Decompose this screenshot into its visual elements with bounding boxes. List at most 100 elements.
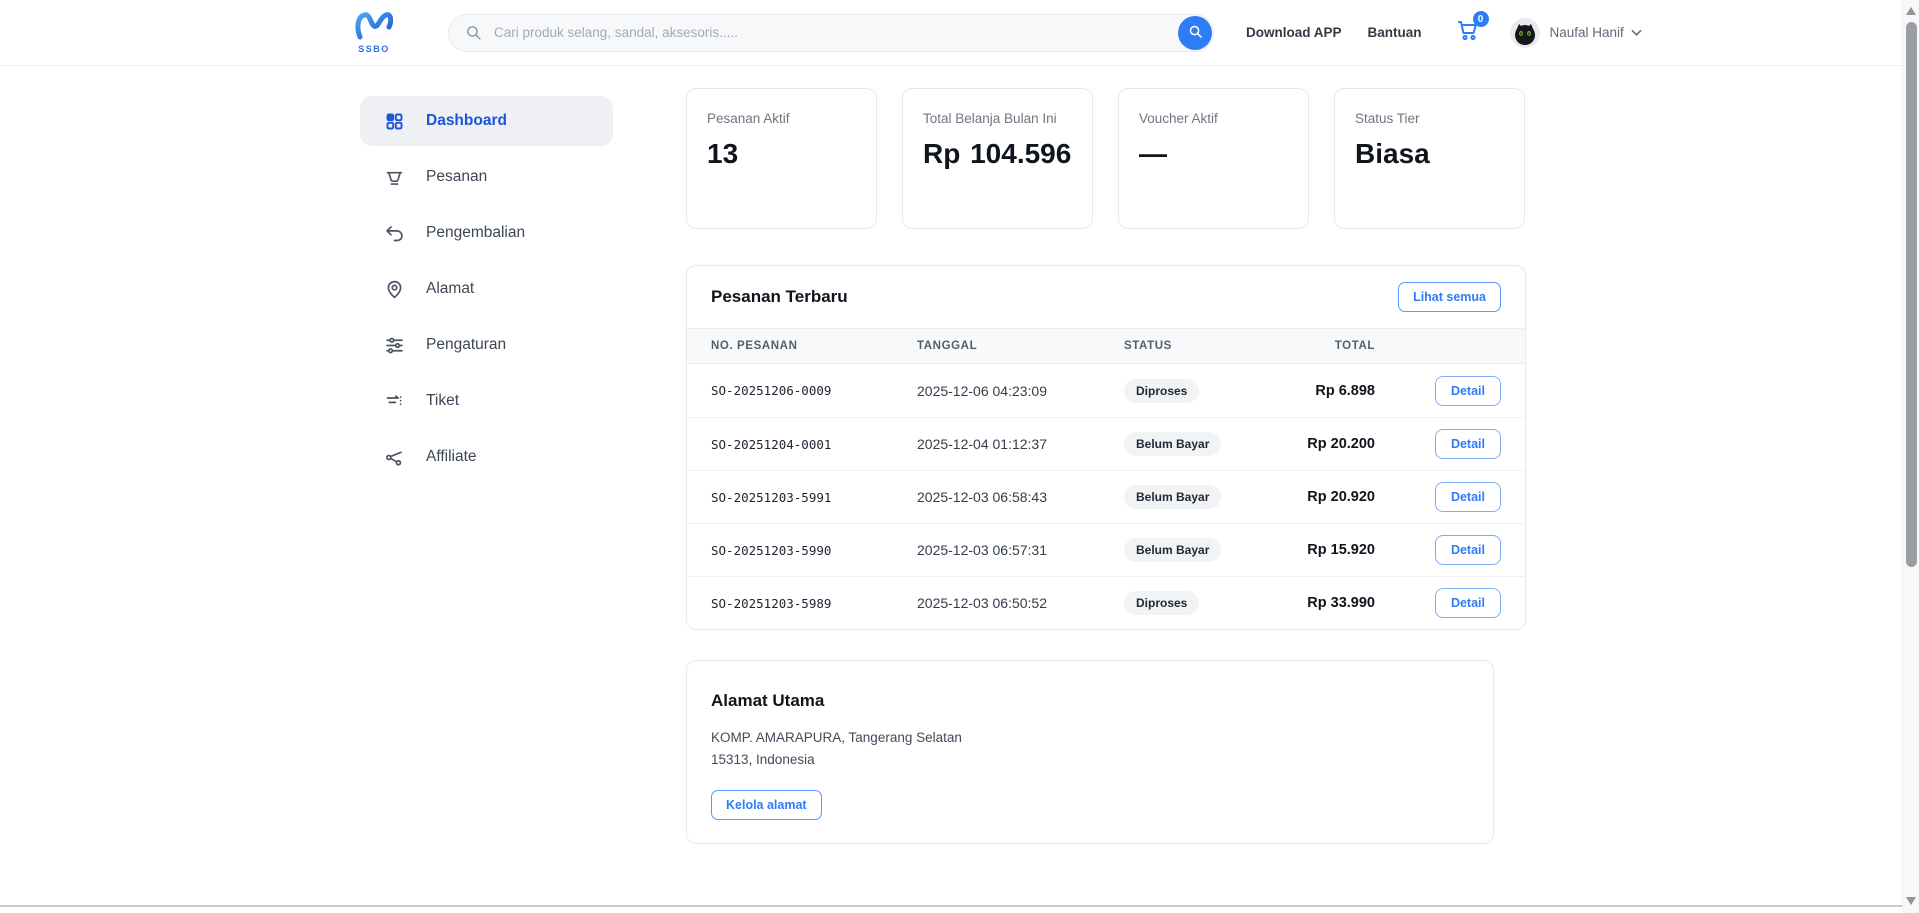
address-title: Alamat Utama — [711, 691, 1469, 711]
table-row: SO-20251204-0001 2025-12-04 01:12:37 Bel… — [687, 417, 1525, 470]
vertical-scrollbar[interactable] — [1902, 0, 1919, 913]
download-app-link[interactable]: Download APP — [1246, 25, 1342, 40]
orders-table-header: NO. PESANAN TANGGAL STATUS TOTAL — [687, 328, 1525, 364]
help-link[interactable]: Bantuan — [1368, 25, 1422, 40]
detail-button[interactable]: Detail — [1435, 535, 1501, 565]
order-date: 2025-12-03 06:50:52 — [917, 595, 1124, 611]
detail-button[interactable]: Detail — [1435, 376, 1501, 406]
orders-title: Pesanan Terbaru — [711, 287, 848, 307]
column-header-status: STATUS — [1124, 340, 1255, 352]
scroll-up-arrow-icon[interactable] — [1906, 7, 1916, 15]
status-badge: Belum Bayar — [1124, 432, 1221, 456]
brand-logo[interactable]: SSBO — [352, 11, 396, 54]
view-all-button[interactable]: Lihat semua — [1398, 282, 1501, 312]
sidebar-item-label: Pesanan — [426, 168, 487, 186]
table-row: SO-20251203-5989 2025-12-03 06:50:52 Dip… — [687, 576, 1525, 629]
address-text: KOMP. AMARAPURA, Tangerang Selatan 15313… — [711, 727, 1469, 772]
sidebar-item-alamat[interactable]: Alamat — [360, 264, 613, 314]
sidebar-item-tiket[interactable]: Tiket — [360, 376, 613, 426]
stat-label: Status Tier — [1355, 111, 1504, 126]
sidebar-item-label: Alamat — [426, 280, 474, 298]
brand-swoosh-icon — [355, 11, 393, 46]
sidebar-item-label: Pengaturan — [426, 336, 506, 354]
order-number: SO-20251203-5990 — [711, 543, 917, 558]
stat-value: — — [1139, 139, 1288, 170]
sidebar-item-label: Affiliate — [426, 448, 477, 466]
sliders-icon — [382, 335, 406, 356]
search-submit-button[interactable] — [1178, 16, 1212, 50]
detail-button[interactable]: Detail — [1435, 429, 1501, 459]
order-number: SO-20251203-5991 — [711, 490, 917, 505]
sidebar-item-label: Pengembalian — [426, 224, 525, 242]
status-badge: Belum Bayar — [1124, 538, 1221, 562]
stat-card-total-belanja: Total Belanja Bulan Ini Rp 104.596 — [902, 88, 1093, 229]
order-total: Rp 20.920 — [1255, 489, 1375, 505]
stats-row: Pesanan Aktif 13 Total Belanja Bulan Ini… — [686, 88, 1526, 229]
order-number: SO-20251204-0001 — [711, 437, 917, 452]
order-total: Rp 6.898 — [1255, 383, 1375, 399]
detail-button[interactable]: Detail — [1435, 588, 1501, 618]
column-header-order-no: NO. PESANAN — [711, 340, 917, 352]
orders-card-header: Pesanan Terbaru Lihat semua — [687, 266, 1525, 328]
stat-label: Pesanan Aktif — [707, 111, 856, 126]
sidebar-item-pesanan[interactable]: Pesanan — [360, 152, 613, 202]
order-total: Rp 33.990 — [1255, 595, 1375, 611]
stat-card-status-tier: Status Tier Biasa — [1334, 88, 1525, 229]
sidebar-item-affiliate[interactable]: Affiliate — [360, 432, 613, 482]
order-date: 2025-12-03 06:57:31 — [917, 542, 1124, 558]
sidebar-nav: Dashboard Pesanan Pengembalian A — [360, 96, 613, 488]
sidebar-item-dashboard[interactable]: Dashboard — [360, 96, 613, 146]
address-line-1: KOMP. AMARAPURA, Tangerang Selatan — [711, 727, 1469, 749]
brand-name: SSBO — [358, 44, 390, 54]
return-arrow-icon — [382, 223, 406, 244]
stat-label: Voucher Aktif — [1139, 111, 1288, 126]
sidebar-item-label: Dashboard — [426, 112, 507, 130]
cart-button[interactable]: 0 — [1456, 18, 1480, 47]
stat-value: 13 — [707, 139, 856, 170]
search-bar — [448, 14, 1214, 52]
stat-card-pesanan-aktif: Pesanan Aktif 13 — [686, 88, 877, 229]
search-button-icon — [1188, 24, 1203, 42]
stat-value: Biasa — [1355, 139, 1504, 170]
order-date: 2025-12-06 04:23:09 — [917, 383, 1124, 399]
window-bottom-edge — [0, 905, 1902, 907]
search-input[interactable] — [494, 25, 1167, 40]
table-row: SO-20251203-5990 2025-12-03 06:57:31 Bel… — [687, 523, 1525, 576]
chevron-down-icon — [1631, 29, 1642, 37]
detail-button[interactable]: Detail — [1435, 482, 1501, 512]
address-line-2: 15313, Indonesia — [711, 749, 1469, 771]
stat-label: Total Belanja Bulan Ini — [923, 111, 1072, 126]
column-header-date: TANGGAL — [917, 340, 1124, 352]
scroll-down-arrow-icon[interactable] — [1906, 897, 1916, 905]
order-number: SO-20251203-5989 — [711, 596, 917, 611]
status-badge: Diproses — [1124, 591, 1199, 615]
map-pin-icon — [382, 279, 406, 300]
recent-orders-card: Pesanan Terbaru Lihat semua NO. PESANAN … — [686, 265, 1526, 630]
sidebar-item-pengaturan[interactable]: Pengaturan — [360, 320, 613, 370]
sidebar-item-label: Tiket — [426, 392, 459, 410]
order-total: Rp 15.920 — [1255, 542, 1375, 558]
avatar — [1510, 18, 1540, 48]
primary-address-card: Alamat Utama KOMP. AMARAPURA, Tangerang … — [686, 660, 1494, 844]
basket-icon — [382, 167, 406, 188]
stat-value: Rp 104.596 — [923, 139, 1072, 170]
share-icon — [382, 447, 406, 468]
sidebar-item-pengembalian[interactable]: Pengembalian — [360, 208, 613, 258]
user-name: Naufal Hanif — [1550, 25, 1624, 40]
scrollbar-thumb[interactable] — [1906, 22, 1917, 567]
status-badge: Belum Bayar — [1124, 485, 1221, 509]
order-number: SO-20251206-0009 — [711, 383, 917, 398]
stat-card-voucher-aktif: Voucher Aktif — — [1118, 88, 1309, 229]
order-total: Rp 20.200 — [1255, 436, 1375, 452]
grid-icon — [382, 111, 406, 132]
manage-address-button[interactable]: Kelola alamat — [711, 790, 822, 820]
search-icon — [465, 24, 482, 41]
column-header-total: TOTAL — [1255, 340, 1375, 352]
order-date: 2025-12-04 01:12:37 — [917, 436, 1124, 452]
user-menu[interactable]: Naufal Hanif — [1510, 18, 1642, 48]
status-badge: Diproses — [1124, 379, 1199, 403]
ticket-lines-icon — [382, 391, 406, 412]
order-date: 2025-12-03 06:58:43 — [917, 489, 1124, 505]
top-navbar: SSBO Download APP Bantuan 0 — [0, 0, 1902, 66]
main-content: Pesanan Aktif 13 Total Belanja Bulan Ini… — [686, 88, 1526, 844]
